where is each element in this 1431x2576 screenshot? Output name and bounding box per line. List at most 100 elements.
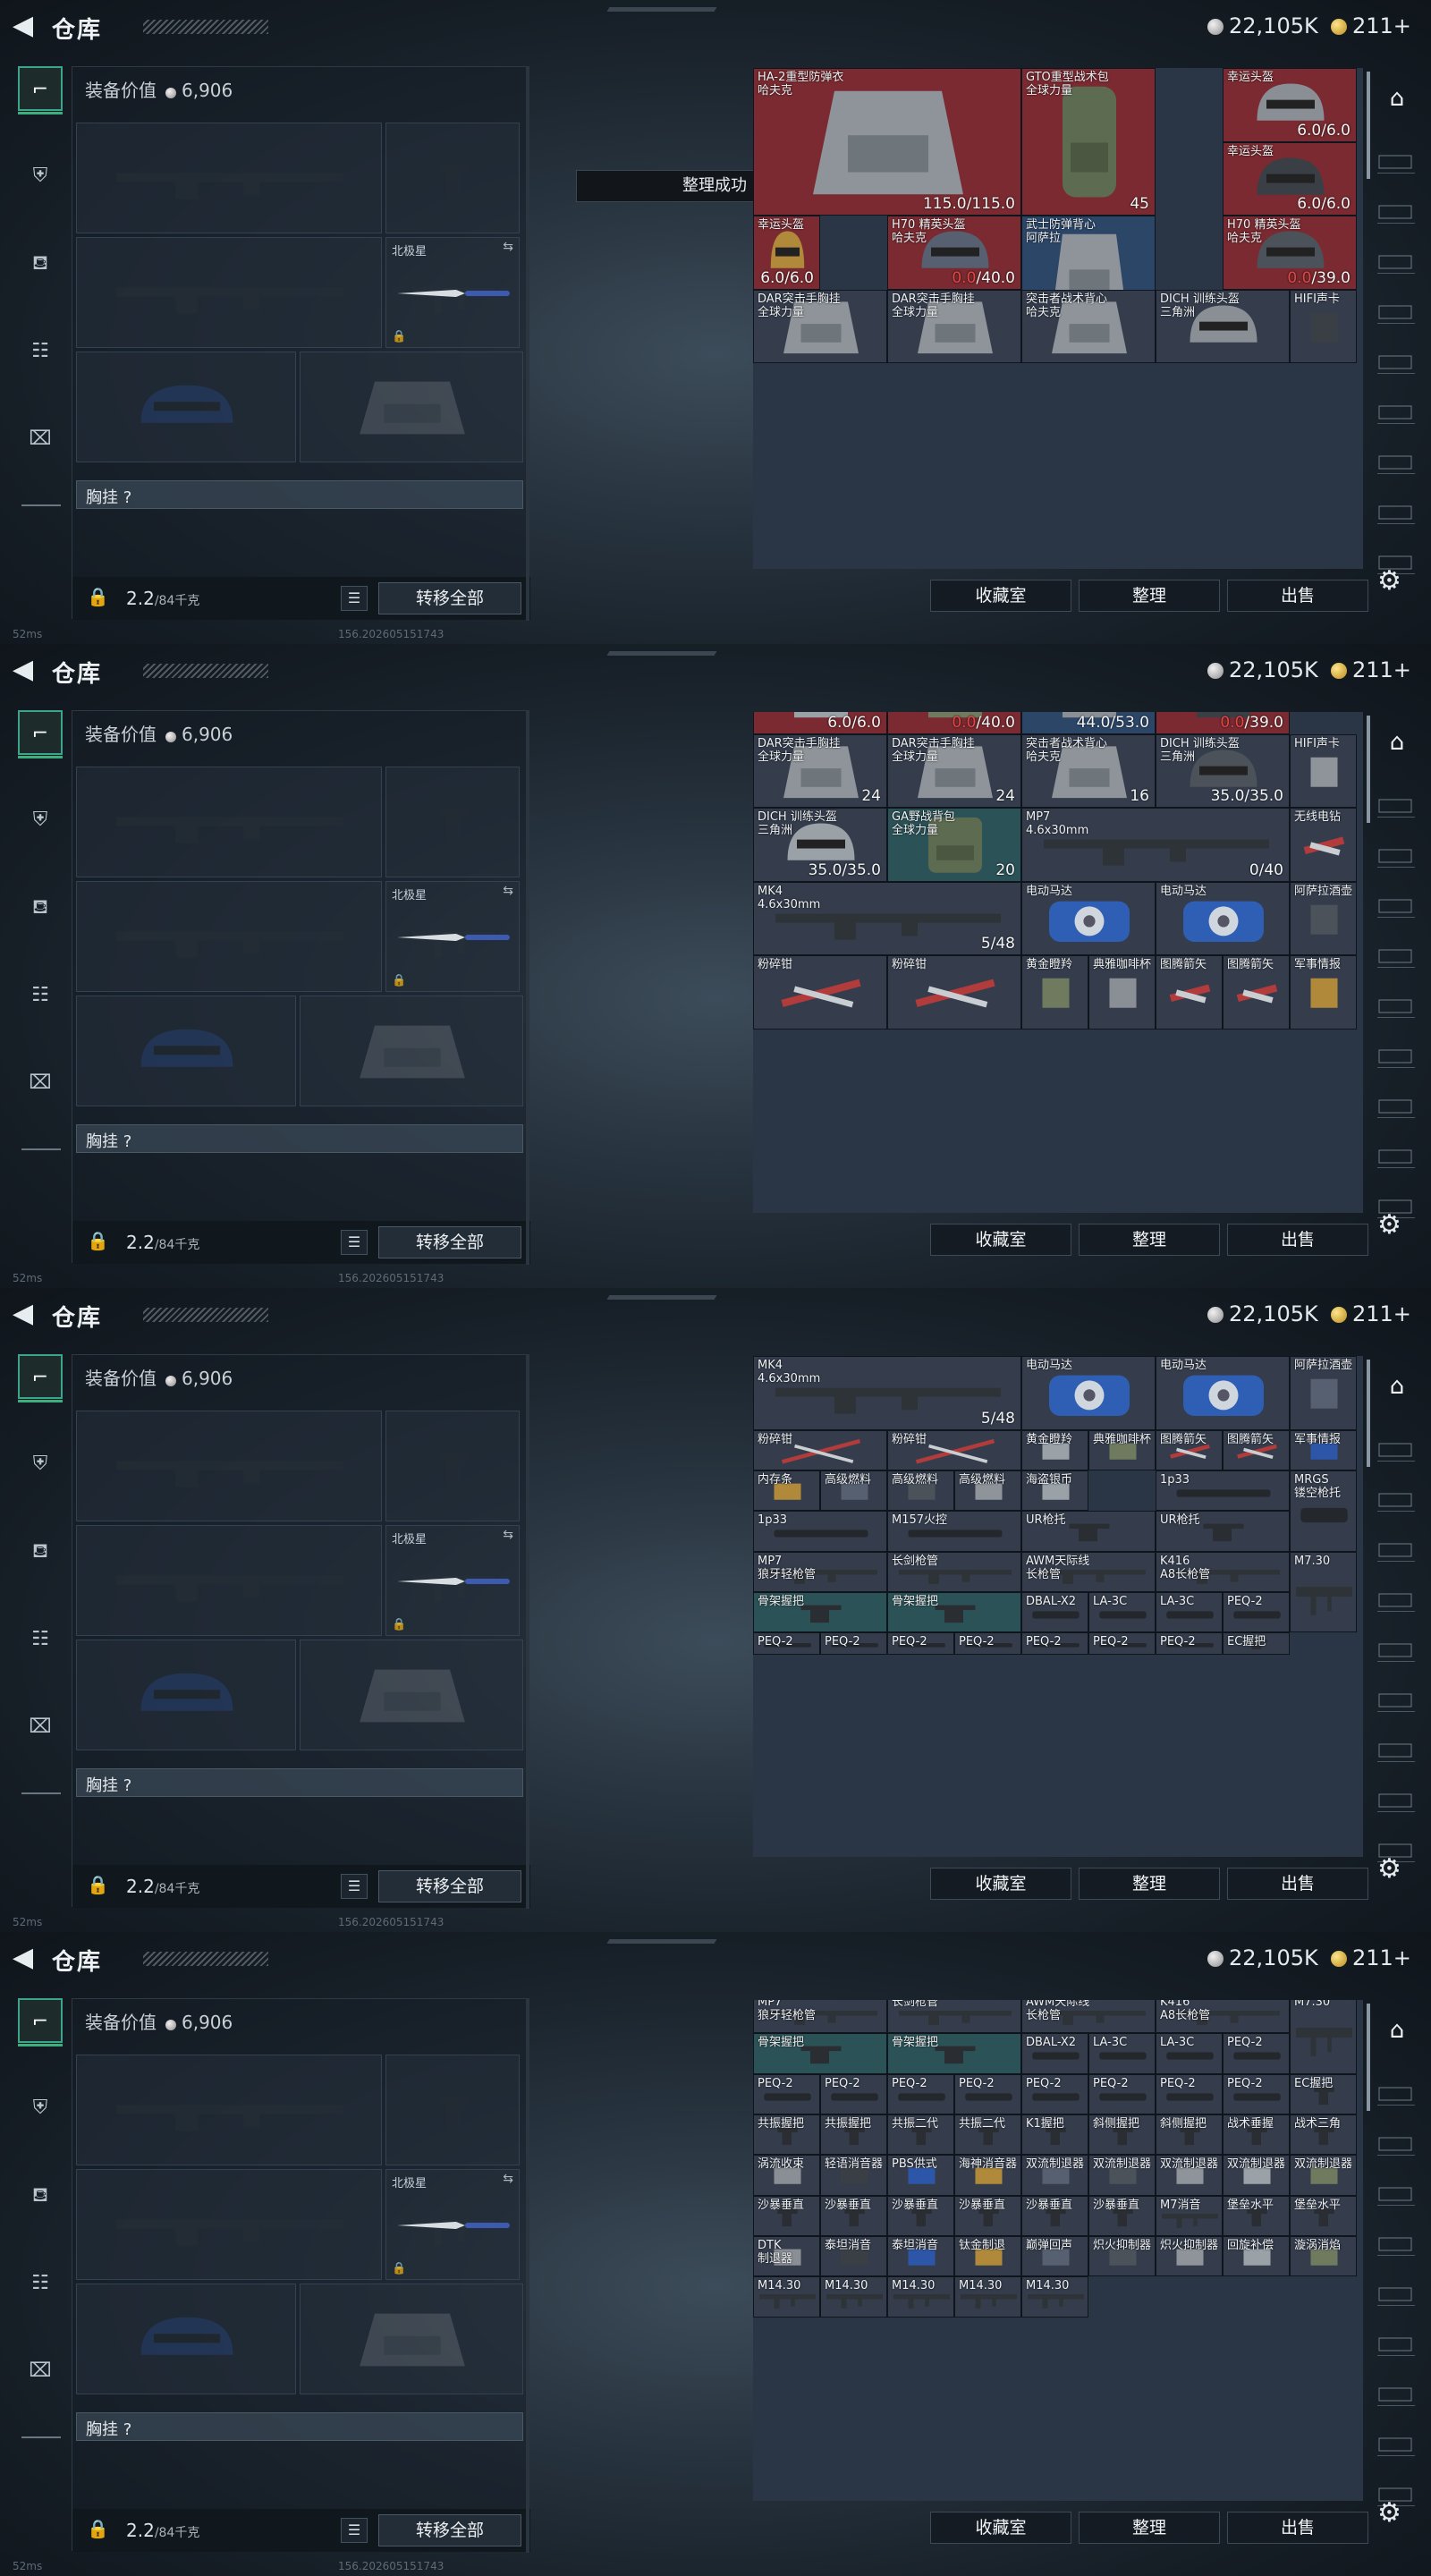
stash-grid[interactable]: 35.0/35.0200/40MK4 4.6x30mm5/48电动马达电动马达阿…	[753, 1356, 1363, 1857]
stash-item[interactable]: PEQ-2	[954, 2073, 1021, 2114]
clipboard-tab[interactable]: ☷	[18, 973, 63, 1018]
stash-item[interactable]: UR枪托	[1021, 1511, 1156, 1552]
stash-item[interactable]: M7消音	[1156, 2195, 1223, 2236]
swap-icon[interactable]: ⇆	[503, 884, 513, 898]
tier-filter-icon[interactable]	[1377, 1141, 1415, 1168]
stash-item[interactable]: 战术垂握	[1223, 2114, 1290, 2156]
tier-filter-icon[interactable]	[1377, 891, 1415, 918]
stash-item[interactable]: MP7 狼牙轻枪管	[753, 1551, 887, 1592]
stash-item[interactable]: GA野战背包 全球力量 20	[887, 808, 1021, 882]
tier-filter-icon[interactable]	[1377, 147, 1415, 174]
backpack-tab[interactable]: ⛾	[18, 886, 63, 930]
stash-item[interactable]: MP7 4.6x30mm 0/40	[1021, 808, 1290, 882]
stash-item[interactable]: PEQ-2	[887, 2073, 954, 2114]
stash-item[interactable]: M157火控	[887, 1511, 1021, 1552]
stash-item[interactable]: 沙暴垂直	[1021, 2195, 1088, 2236]
tier-filter-icon[interactable]	[1377, 297, 1415, 324]
weapon-tab[interactable]: ⌐	[18, 1998, 63, 2046]
stash-item[interactable]: 图腾箭矢	[1156, 955, 1223, 1030]
stash-scrollbar[interactable]	[1367, 72, 1370, 179]
stash-item[interactable]: 44.0/53.0	[1021, 712, 1156, 734]
gear-icon[interactable]: ⚙	[1377, 1209, 1401, 1241]
stash-item[interactable]: 双流制退器	[1156, 2155, 1223, 2196]
toolbox-tab[interactable]: ⌧	[18, 2349, 63, 2394]
stash-scrollbar[interactable]	[1367, 716, 1370, 823]
sort-button[interactable]: 整理	[1079, 1224, 1220, 1256]
stash-item[interactable]: 电动马达	[1021, 881, 1156, 956]
stash-item[interactable]: 炽火抑制器	[1156, 2236, 1223, 2277]
gear-icon[interactable]: ⚙	[1377, 565, 1401, 597]
pistol-slot[interactable]	[385, 123, 520, 233]
back-button[interactable]: ◀	[13, 1945, 33, 1971]
stash-item[interactable]: 无线电钻	[1290, 808, 1357, 882]
primary-weapon-slot[interactable]	[76, 1411, 382, 1521]
helmet-slot[interactable]	[76, 996, 296, 1106]
stash-item[interactable]: DICH 训练头盔 三角洲 35.0/35.0	[753, 808, 887, 882]
stash-item[interactable]: 斜侧握把	[1156, 2114, 1223, 2156]
sort-button[interactable]: 整理	[1079, 580, 1220, 612]
collection-room-button[interactable]: 收藏室	[930, 580, 1071, 612]
list-view-button[interactable]: ☰	[341, 1230, 368, 1255]
gear-icon[interactable]: ⚙	[1377, 2497, 1401, 2529]
stash-item[interactable]: M7.30	[1290, 2000, 1357, 2074]
gold-currency[interactable]: 211+	[1331, 1301, 1411, 1326]
stash-item[interactable]: 图腾箭矢	[1156, 1429, 1223, 1470]
equipment-scrollbar[interactable]	[526, 710, 529, 1265]
gold-currency[interactable]: 211+	[1331, 657, 1411, 682]
stash-item[interactable]: PBS供式	[887, 2155, 954, 2196]
secondary-weapon-slot[interactable]	[76, 881, 382, 992]
lock-icon[interactable]: 🔒	[87, 1874, 109, 1895]
stash-item[interactable]: M14.30	[820, 2276, 887, 2318]
swap-icon[interactable]: ⇆	[503, 2172, 513, 2186]
stash-item[interactable]: PEQ-2	[753, 1632, 820, 1656]
stash-item[interactable]: 共振握把	[820, 2114, 887, 2156]
tier-filter-icon[interactable]	[1377, 1735, 1415, 1762]
sort-button[interactable]: 整理	[1079, 1868, 1220, 1900]
stash-item[interactable]: H70 精英头盔 哈夫克 0.0/39.0	[1223, 216, 1357, 290]
melee-slot[interactable]: 北极星 🔒 ⇆	[385, 2169, 520, 2280]
chest-rig-slot[interactable]: 胸挂 ?	[76, 1124, 523, 1153]
stash-item[interactable]: 共振二代	[887, 2114, 954, 2156]
stash-item[interactable]: MP7 狼牙轻枪管	[753, 2000, 887, 2034]
stash-item[interactable]: 突击者战术背心 哈夫克 16	[1021, 733, 1156, 809]
tier-filter-icon[interactable]	[1377, 1485, 1415, 1512]
stash-item[interactable]: M7.30	[1290, 1551, 1357, 1633]
stash-item[interactable]: 典雅咖啡杯	[1088, 955, 1156, 1030]
tier-filter-icon[interactable]	[1377, 2079, 1415, 2106]
swap-icon[interactable]: ⇆	[503, 240, 513, 254]
gold-currency[interactable]: 211+	[1331, 1945, 1411, 1970]
secondary-weapon-slot[interactable]	[76, 1525, 382, 1636]
safe-box-icon[interactable]: ⌂	[1381, 726, 1413, 758]
tier-filter-icon[interactable]	[1377, 1535, 1415, 1562]
stash-item[interactable]: 沙暴垂直	[1088, 2195, 1156, 2236]
armor-tab[interactable]: ⛨	[18, 154, 63, 199]
stash-item[interactable]: DAR突击手胸挂 全球力量	[887, 289, 1021, 363]
stash-item[interactable]: PEQ-2	[1156, 1632, 1223, 1656]
stash-item[interactable]: 堡垒水平	[1223, 2195, 1290, 2236]
stash-item[interactable]: 黄金瞪羚	[1021, 1429, 1088, 1470]
stash-item[interactable]: MK4 4.6x30mm 5/48	[753, 1356, 1021, 1430]
move-all-button[interactable]: 转移全部	[378, 2514, 521, 2546]
move-all-button[interactable]: 转移全部	[378, 1870, 521, 1902]
stash-item[interactable]: M14.30	[753, 2276, 820, 2318]
tier-filter-icon[interactable]	[1377, 991, 1415, 1018]
stash-item[interactable]: 阿萨拉酒壶	[1290, 1356, 1357, 1430]
stash-item[interactable]: 双流制退器	[1021, 2155, 1088, 2196]
tier-filter-icon[interactable]	[1377, 791, 1415, 818]
tier-filter-icon[interactable]	[1377, 247, 1415, 274]
stash-item[interactable]: K416 A8长枪管	[1156, 1551, 1290, 1592]
silver-currency[interactable]: 22,105K	[1207, 1301, 1318, 1326]
move-all-button[interactable]: 转移全部	[378, 582, 521, 614]
chest-rig-slot[interactable]: 胸挂 ?	[76, 1768, 523, 1797]
stash-item[interactable]: 典雅咖啡杯	[1088, 1429, 1156, 1470]
stash-item[interactable]: HIFI声卡	[1290, 289, 1357, 363]
armor-slot[interactable]	[300, 2284, 523, 2394]
stash-item[interactable]: 高级燃料	[820, 1470, 887, 1512]
stash-item[interactable]: 1p33	[1156, 1470, 1290, 1512]
stash-item[interactable]: M14.30	[1021, 2276, 1088, 2318]
back-button[interactable]: ◀	[13, 13, 33, 39]
clipboard-tab[interactable]: ☷	[18, 2261, 63, 2306]
tier-filter-icon[interactable]	[1377, 447, 1415, 474]
secondary-weapon-slot[interactable]	[76, 2169, 382, 2280]
stash-item[interactable]: 粉碎钳	[887, 955, 1021, 1030]
